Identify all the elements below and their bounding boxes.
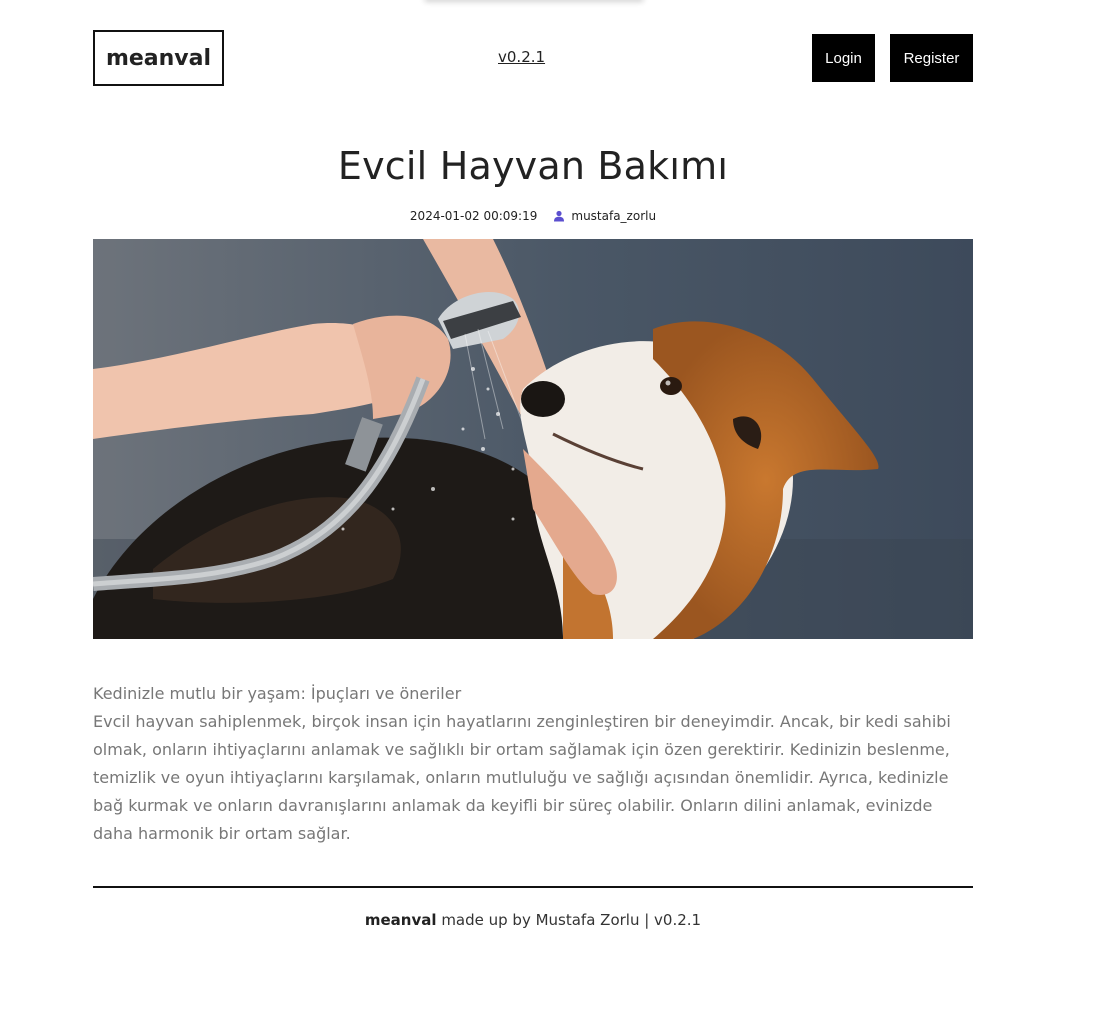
post-title: Evcil Hayvan Bakımı [337, 144, 729, 188]
post-meta: 2024-01-02 00:09:19 mustafa_zorlu [93, 209, 973, 223]
register-button[interactable]: Register [890, 34, 973, 82]
version-link[interactable]: v0.2.1 [498, 48, 545, 66]
footer-credit: made up by Mustafa Zorlu | v0.2.1 [441, 911, 702, 929]
site-footer: meanval made up by Mustafa Zorlu | v0.2.… [93, 911, 973, 929]
site-logo[interactable]: meanval [93, 30, 224, 86]
post-content: Kedinizle mutlu bir yaşam: İpuçları ve ö… [93, 680, 973, 848]
post-body: Evcil hayvan sahiplenmek, birçok insan i… [93, 712, 951, 843]
post-image [93, 239, 973, 639]
user-icon [553, 210, 565, 222]
footer-brand: meanval [364, 911, 437, 929]
post-author: mustafa_zorlu [571, 209, 657, 223]
footer-divider [93, 886, 973, 888]
site-header: meanval v0.2.1 Login Register [93, 30, 973, 86]
post-subtitle: Kedinizle mutlu bir yaşam: İpuçları ve ö… [93, 684, 462, 703]
post-date: 2024-01-02 00:09:19 [409, 209, 538, 223]
login-button[interactable]: Login [812, 34, 875, 82]
